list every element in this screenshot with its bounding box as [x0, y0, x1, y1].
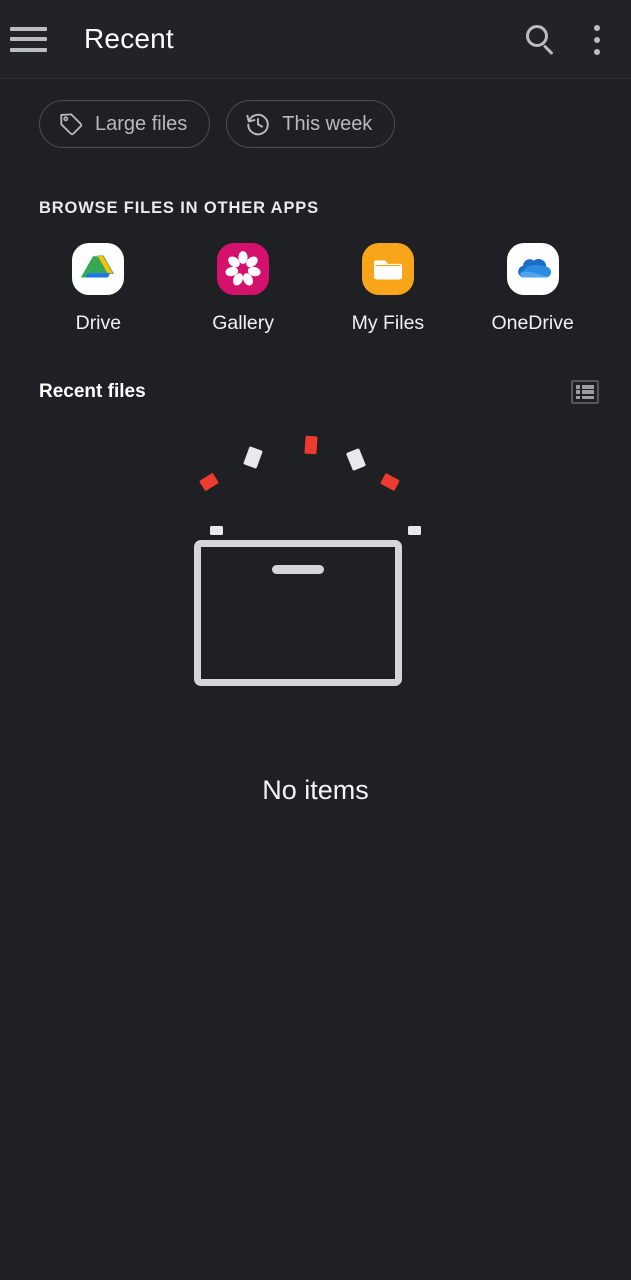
app-bar-actions — [513, 0, 625, 79]
files-app-screen: Recent Large files This week BROWSE FILE… — [0, 0, 631, 1280]
confetti-piece — [242, 446, 263, 469]
google-drive-icon — [72, 243, 125, 295]
confetti-piece — [379, 472, 400, 492]
app-shortcut-label: My Files — [351, 312, 425, 334]
gallery-flower-icon — [217, 243, 270, 295]
app-shortcut-label: Drive — [75, 312, 122, 334]
confetti-piece — [198, 472, 219, 492]
confetti-piece — [345, 448, 366, 471]
app-shortcut-drive[interactable]: Drive — [26, 243, 171, 335]
onedrive-cloud-icon — [506, 243, 559, 295]
empty-state-message: No items — [262, 775, 369, 805]
app-shortcut-label: OneDrive — [491, 312, 574, 334]
recent-files-header: Recent files — [0, 380, 631, 404]
my-files-folder-icon — [361, 243, 414, 295]
empty-open-box-with-confetti — [186, 430, 446, 720]
filter-chip-this-week[interactable]: This week — [226, 100, 396, 148]
navigation-drawer-button[interactable] — [0, 11, 56, 67]
tag-icon — [60, 113, 83, 136]
confetti-piece — [303, 435, 318, 455]
box-slot-handle — [271, 565, 324, 574]
empty-box-outline — [193, 540, 402, 686]
app-shortcut-onedrive[interactable]: OneDrive — [460, 243, 605, 335]
hamburger-menu-icon — [9, 26, 47, 52]
search-button[interactable] — [513, 12, 569, 68]
app-shortcut-gallery[interactable]: Gallery — [171, 243, 316, 335]
other-apps-row: Drive Gallery My Files OneDrive — [0, 243, 631, 335]
app-bar-left: Recent — [0, 11, 174, 67]
confetti-piece — [407, 526, 421, 535]
filter-chip-large-files[interactable]: Large files — [39, 100, 211, 148]
list-view-icon[interactable] — [571, 380, 599, 404]
history-clock-icon — [246, 113, 269, 136]
search-icon — [526, 24, 556, 55]
filter-chip-row: Large files This week — [0, 79, 631, 148]
empty-state: No items — [0, 430, 631, 1130]
browse-section-header: BROWSE FILES IN OTHER APPS — [39, 199, 320, 217]
recent-files-title: Recent files — [39, 381, 146, 402]
filter-chip-label: Large files — [95, 112, 188, 135]
page-title: Recent — [84, 23, 174, 54]
more-vertical-icon — [594, 24, 600, 55]
overflow-menu-button[interactable] — [569, 12, 625, 68]
app-bar: Recent — [0, 0, 631, 79]
filter-chip-label: This week — [282, 112, 373, 135]
app-shortcut-my-files[interactable]: My Files — [316, 243, 461, 335]
confetti-piece — [209, 526, 223, 535]
app-shortcut-label: Gallery — [212, 312, 275, 334]
